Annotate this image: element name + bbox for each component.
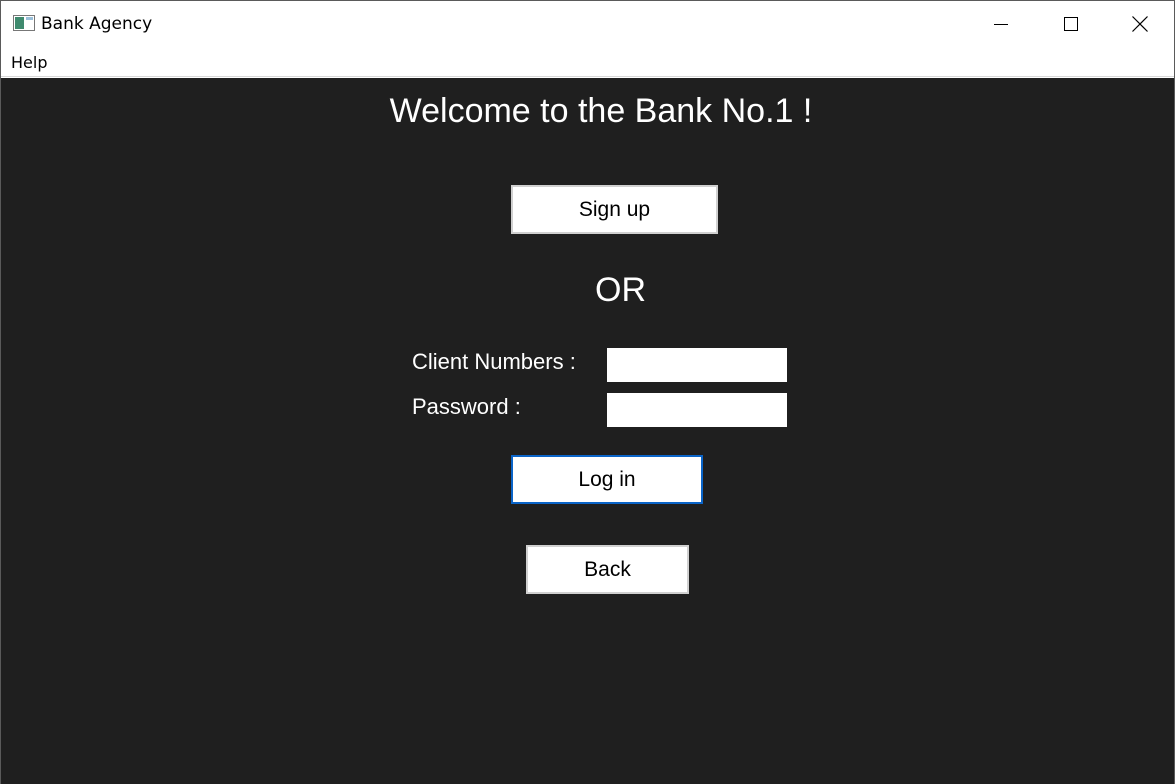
window-title: Bank Agency: [41, 14, 153, 34]
client-number-field[interactable]: [607, 348, 787, 382]
signup-button-label: Sign up: [578, 197, 651, 221]
close-icon: [1132, 16, 1148, 32]
menu-item-help[interactable]: Help: [11, 53, 47, 72]
welcome-text: Welcome to the Bank No.1 !: [389, 92, 813, 130]
maximize-icon: [1064, 17, 1078, 31]
minimize-icon: [994, 24, 1008, 25]
signup-button[interactable]: Sign up: [511, 185, 718, 234]
client-number-label: Client Numbers :: [412, 349, 576, 374]
app-window: Bank Agency Help Welcome to the Bank No.…: [0, 0, 1175, 784]
minimize-button[interactable]: [966, 1, 1036, 47]
back-button[interactable]: Back: [526, 545, 689, 594]
login-button[interactable]: Log in: [511, 455, 703, 504]
menu-bar: Help: [1, 47, 1174, 77]
main-content: Welcome to the Bank No.1 ! Sign up OR Cl…: [1, 78, 1174, 784]
maximize-button[interactable]: [1036, 1, 1106, 47]
close-button[interactable]: [1105, 1, 1175, 47]
app-icon: [13, 15, 35, 31]
password-label: Password :: [412, 394, 521, 419]
welcome-heading: Welcome to the Bank No.1 !: [1, 92, 1175, 131]
title-bar[interactable]: Bank Agency: [1, 1, 1174, 47]
or-separator: OR: [595, 271, 646, 309]
login-button-label: Log in: [578, 467, 636, 491]
back-button-label: Back: [584, 557, 631, 581]
password-field[interactable]: [607, 393, 787, 427]
